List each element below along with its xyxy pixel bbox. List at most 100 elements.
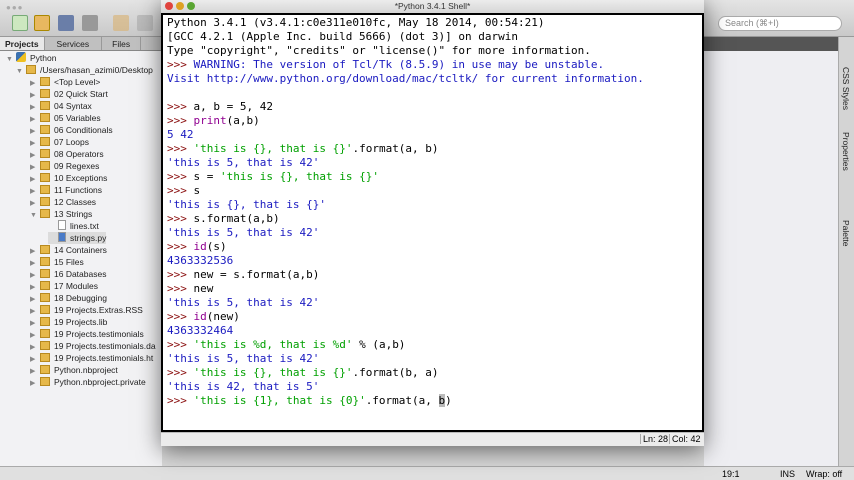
new-project-icon[interactable] (34, 15, 50, 31)
shell-text-area[interactable]: Python 3.4.1 (v3.4.1:c0e311e010fc, May 1… (161, 13, 704, 432)
tree-item-label: Python (30, 53, 57, 63)
folder-icon (40, 341, 50, 350)
tree-item[interactable]: ▶ 19 Projects.lib (30, 316, 107, 328)
builtin-name: id (193, 310, 207, 323)
css-styles-panel-tab[interactable]: CSS Styles (841, 67, 851, 110)
tree-item[interactable]: ▶ 10 Exceptions (30, 172, 107, 184)
tree-item-label: 19 Projects.lib (54, 317, 108, 327)
close-icon[interactable] (165, 2, 173, 10)
prompt: >>> (167, 142, 194, 155)
tree-item-label: 18 Debugging (54, 293, 107, 303)
tree-item[interactable]: ▶ Python.nbproject.private (30, 376, 146, 388)
tree-item-label: 04 Syntax (54, 101, 92, 111)
shell-line: >>> a, b = 5, 42 (167, 100, 702, 114)
tree-item[interactable]: ▶ 08 Operators (30, 148, 104, 160)
code-text: s (193, 184, 201, 197)
shell-line: >>> new (167, 282, 702, 296)
prompt: >>> (167, 338, 194, 351)
expanded-arrow-icon[interactable]: ▼ (6, 54, 16, 66)
tree-item[interactable]: lines.txt (48, 220, 99, 232)
folder-icon (40, 137, 50, 146)
tree-item[interactable]: ▶ 02 Quick Start (30, 88, 108, 100)
tree-item[interactable]: ▶ 19 Projects.testimonials.da (30, 340, 156, 352)
tree-item[interactable]: ▶ 04 Syntax (30, 100, 92, 112)
shell-line: Python 3.4.1 (v3.4.1:c0e311e010fc, May 1… (167, 16, 702, 30)
folder-icon (40, 125, 50, 134)
collapsed-arrow-icon[interactable]: ▶ (30, 378, 40, 390)
tree-item[interactable]: ▼ /Users/hasan_azimi0/Desktop (16, 64, 153, 76)
properties-panel-tab[interactable]: Properties (841, 132, 851, 171)
code-text: a, b = 5, 42 (193, 100, 273, 113)
save-all-icon[interactable] (82, 15, 98, 31)
tree-item[interactable]: ▶ 11 Functions (30, 184, 102, 196)
editor-area (704, 37, 838, 466)
pyfile-icon (58, 232, 66, 242)
builtin-name: print (193, 114, 227, 127)
folder-icon (40, 305, 50, 314)
folder-icon (40, 365, 50, 374)
new-file-icon[interactable] (12, 15, 28, 31)
tab-projects[interactable]: Projects (0, 37, 45, 50)
shell-line: 'this is 5, that is 42' (167, 296, 702, 310)
tree-item[interactable]: ▼ Python (6, 52, 56, 64)
output-text: 'this is {}, that is {}' (167, 198, 326, 211)
undo-icon[interactable] (113, 15, 129, 31)
shell-line: Type "copyright", "credits" or "license(… (167, 44, 702, 58)
code-text: (a,b) (226, 114, 260, 127)
redo-icon[interactable] (137, 15, 153, 31)
tree-item[interactable]: ▶ 19 Projects.testimonials.ht (30, 352, 153, 364)
insert-mode: INS (780, 469, 796, 479)
prompt: >>> (167, 100, 194, 113)
tree-item[interactable]: ▶ 12 Classes (30, 196, 96, 208)
folder-icon (40, 329, 50, 338)
minimize-icon[interactable] (176, 2, 184, 10)
shell-line: >>> 'this is {}, that is {}'.format(a, b… (167, 142, 702, 156)
tree-item[interactable]: ▶ 14 Containers (30, 244, 107, 256)
output-text: 'this is 5, that is 42' (167, 296, 320, 309)
folder-icon (40, 317, 50, 326)
prompt: >>> (167, 184, 194, 197)
shell-line: >>> s.format(a,b) (167, 212, 702, 226)
folder-icon (40, 77, 50, 86)
tree-item[interactable]: ▶ 19 Projects.testimonials (30, 328, 144, 340)
tree-item[interactable]: ▶ 09 Regexes (30, 160, 99, 172)
folder-icon (40, 101, 50, 110)
tree-item[interactable]: ▶ 07 Loops (30, 136, 89, 148)
shell-line: [GCC 4.2.1 (Apple Inc. build 5666) (dot … (167, 30, 702, 44)
tree-item-label: 07 Loops (54, 137, 89, 147)
folder-icon (40, 173, 50, 182)
code-text: s.format(a,b) (193, 212, 280, 225)
tree-item-label: 05 Variables (54, 113, 101, 123)
tree-item[interactable]: ▶ 18 Debugging (30, 292, 107, 304)
tree-item[interactable]: strings.py (48, 232, 107, 244)
prompt: >>> (167, 282, 194, 295)
tree-item[interactable]: ▶ <Top Level> (30, 76, 100, 88)
tree-item[interactable]: ▶ Python.nbproject (30, 364, 118, 376)
expanded-arrow-icon[interactable]: ▼ (30, 210, 40, 222)
tree-item[interactable]: ▶ 15 Files (30, 256, 84, 268)
tree-item[interactable]: ▼ 13 Strings (30, 208, 92, 220)
code-text: new (193, 282, 214, 295)
tree-item[interactable]: ▶ 17 Modules (30, 280, 98, 292)
tree-item[interactable]: ▶ 16 Databases (30, 268, 106, 280)
tree-item-label: 06 Conditionals (54, 125, 113, 135)
shell-line: >>> 'this is {}, that is {}'.format(b, a… (167, 366, 702, 380)
tab-files[interactable]: Files (102, 37, 142, 50)
expanded-arrow-icon[interactable]: ▼ (16, 66, 26, 78)
output-text: 5 42 (167, 128, 194, 141)
tab-services[interactable]: Services (45, 37, 103, 50)
shell-line: 4363332536 (167, 254, 702, 268)
window-controls[interactable]: ●●● (6, 3, 24, 12)
palette-panel-tab[interactable]: Palette (841, 220, 851, 246)
folder-icon (40, 293, 50, 302)
zoom-icon[interactable] (187, 2, 195, 10)
prompt: >>> (167, 310, 194, 323)
open-project-icon[interactable] (58, 15, 74, 31)
search-input[interactable]: Search (⌘+I) (718, 16, 842, 31)
shell-line: >>> s = 'this is {}, that is {}' (167, 170, 702, 184)
tree-item[interactable]: ▶ 05 Variables (30, 112, 101, 124)
tree-item[interactable]: ▶ 19 Projects.Extras.RSS (30, 304, 143, 316)
output-text: 'this is 5, that is 42' (167, 156, 320, 169)
tree-item[interactable]: ▶ 06 Conditionals (30, 124, 113, 136)
